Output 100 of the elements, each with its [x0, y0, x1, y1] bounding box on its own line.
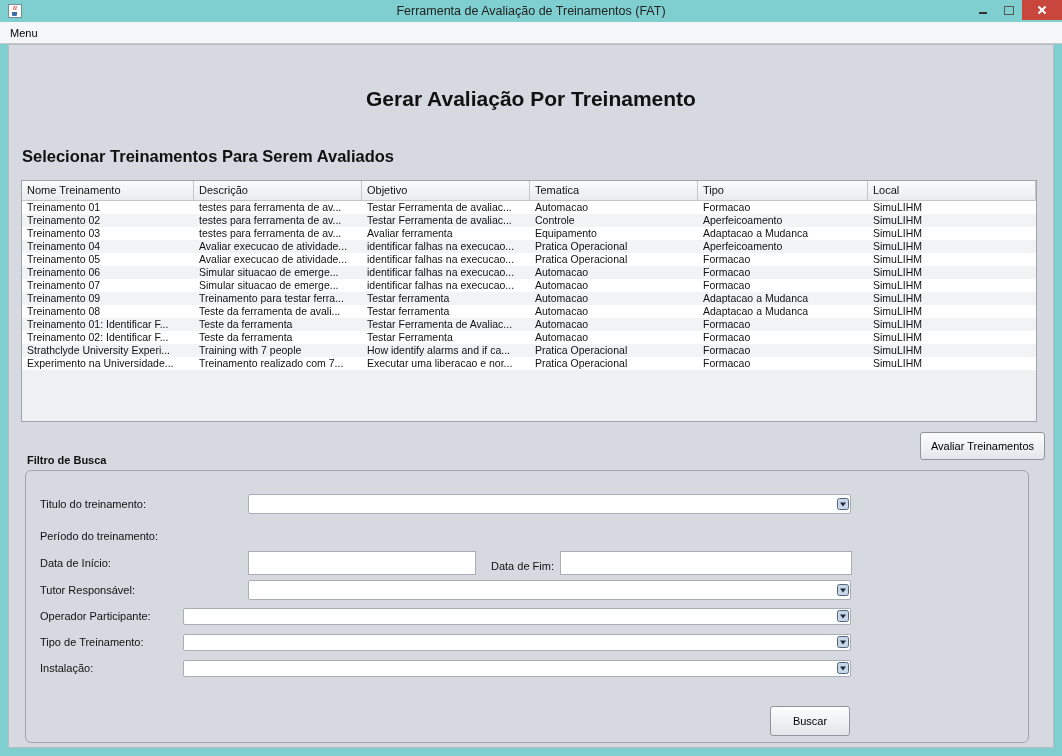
section-title: Selecionar Treinamentos Para Serem Avaliados [22, 147, 396, 166]
end-date-field[interactable] [559, 551, 852, 575]
table-cell-text: Simular situacao de emerge... [198, 279, 340, 292]
table-cell-text: Simular situacao de emerge... [198, 266, 340, 279]
table-cell-text: How identify alarms and if ca... [366, 344, 511, 357]
table-cell-text: Formacao [702, 331, 752, 344]
table-cell-text: Treinamento 04 [26, 240, 102, 253]
field-label: Data de Fim: [491, 560, 554, 572]
table-cell-text: SimuLIHM [872, 201, 923, 214]
table-cell-text: Automacao [534, 279, 590, 292]
table-cell-text: Formacao [702, 357, 752, 370]
table-cell-text: Avaliar ferramenta [366, 227, 454, 240]
table-cell-text: Testar ferramenta [366, 292, 451, 305]
table-cell-text: Pratica Operacional [534, 344, 629, 357]
table-cell-text: Testar Ferramenta [366, 331, 454, 344]
table-cell-text: Treinamento para testar ferra... [198, 292, 345, 305]
table-cell-text: SimuLIHM [872, 266, 923, 279]
table-cell-text: Automacao [534, 266, 590, 279]
table-cell-text: Formacao [702, 266, 752, 279]
evaluate-button[interactable]: Avaliar Treinamentos [919, 432, 1045, 460]
table-cell-text: Adaptacao a Mudanca [702, 305, 810, 318]
table-cell-text: SimuLIHM [872, 357, 923, 370]
field-label: Tutor Responsável: [40, 584, 136, 596]
table-cell-text: Formacao [702, 279, 752, 292]
table-cell-text: Controle [534, 214, 576, 227]
table-cell-text: Formacao [702, 318, 752, 331]
table-cell-text: SimuLIHM [872, 318, 923, 331]
window-title: Ferramenta de Avaliação de Treinamentos (FAT) [396, 4, 666, 18]
field-label: Instalação: [40, 662, 95, 674]
table-cell-text: Teste da ferramenta [198, 331, 294, 344]
table-cell-text: Treinamento 01: Identificar F... [26, 318, 170, 331]
table-cell-text: Pratica Operacional [534, 357, 629, 370]
table-cell-text: Training with 7 people [198, 344, 303, 357]
start-date-field[interactable] [248, 551, 476, 575]
table-cell-text: SimuLIHM [872, 331, 923, 344]
table-cell-text: identificar falhas na execucao... [366, 279, 516, 292]
table-cell-text: SimuLIHM [872, 292, 923, 305]
dropdown-field[interactable] [183, 633, 851, 651]
section-label: Período do treinamento: [40, 530, 159, 542]
table-cell-text: Teste da ferramenta [198, 318, 294, 331]
menu-item[interactable]: Menu [8, 24, 40, 41]
table-cell-text: Avaliar execucao de atividade... [198, 253, 349, 266]
table-cell-text: Avaliar execucao de atividade... [198, 240, 349, 253]
table-cell-text: Automacao [534, 201, 590, 214]
table-cell-text: identificar falhas na execucao... [366, 253, 516, 266]
table-cell-text: SimuLIHM [872, 227, 923, 240]
table-cell-text: Pratica Operacional [534, 240, 629, 253]
table-cell-text: Aperfeicoamento [702, 214, 784, 227]
dropdown-field[interactable] [183, 659, 851, 677]
search-button[interactable]: Buscar [770, 706, 850, 736]
table-cell-text: Automacao [534, 292, 590, 305]
table-cell-text: Executar uma liberacao e nor... [366, 357, 514, 370]
table-cell-text: SimuLIHM [872, 279, 923, 292]
table-cell-text: SimuLIHM [872, 214, 923, 227]
table-cell-text: identificar falhas na execucao... [366, 266, 516, 279]
table-cell-text: SimuLIHM [872, 305, 923, 318]
table-cell-text: Formacao [702, 344, 752, 357]
table-cell-text: Treinamento 03 [26, 227, 102, 240]
table-cell-text: Treinamento 07 [26, 279, 102, 292]
table-cell-text: Equipamento [534, 227, 598, 240]
table-cell-text: Treinamento 02: Identificar F... [26, 331, 170, 344]
field-label: Tipo de Treinamento: [40, 636, 145, 648]
table-cell-text: Adaptacao a Mudanca [702, 227, 810, 240]
table-cell-text: Pratica Operacional [534, 253, 629, 266]
table-cell-text: SimuLIHM [872, 240, 923, 253]
close-button[interactable] [1022, 0, 1062, 20]
field-label: Data de Início: [40, 557, 112, 569]
table-cell-text: Testar ferramenta [366, 305, 451, 318]
table-cell-text: Testar Ferramenta de Avaliac... [366, 318, 514, 331]
field-label: Titulo do treinamento: [40, 498, 147, 510]
table-cell-text: Treinamento 05 [26, 253, 102, 266]
table-cell-text: Treinamento 02 [26, 214, 102, 227]
table-cell-text: Treinamento 06 [26, 266, 102, 279]
dropdown-field[interactable] [248, 580, 851, 600]
table-cell-text: Automacao [534, 331, 590, 344]
table-cell-text: SimuLIHM [872, 344, 923, 357]
table-cell-text: testes para ferramenta de av... [198, 201, 343, 214]
table-cell-text: Automacao [534, 305, 590, 318]
page-title: Gerar Avaliação Por Treinamento [365, 87, 697, 111]
table-cell-text: testes para ferramenta de av... [198, 214, 343, 227]
group-title: Filtro de Busca [27, 454, 107, 466]
table-cell-text: SimuLIHM [872, 253, 923, 266]
table-cell-text: Formacao [702, 201, 752, 214]
table-cell-text: Automacao [534, 318, 590, 331]
table-cell-text: Testar Ferramenta de avaliac... [366, 214, 513, 227]
dropdown-field[interactable] [248, 494, 851, 514]
table-cell-text: Experimento na Universidade... [26, 357, 175, 370]
table-cell-text: Treinamento 09 [26, 292, 102, 305]
field-label: Operador Participante: [40, 610, 152, 622]
table-cell-text: Strathclyde University Experi... [26, 344, 171, 357]
table-cell-text: Teste da ferramenta de avali... [198, 305, 342, 318]
dropdown-field[interactable] [183, 607, 851, 625]
app-icon[interactable] [8, 4, 22, 18]
table-cell-text: Testar Ferramenta de avaliac... [366, 201, 513, 214]
table-cell-text: Treinamento 01 [26, 201, 102, 214]
table-cell-text: identificar falhas na execucao... [366, 240, 516, 253]
table-cell-text: Adaptacao a Mudanca [702, 292, 810, 305]
table-cell-text: testes para ferramenta de av... [198, 227, 343, 240]
table-cell-text: Aperfeicoamento [702, 240, 784, 253]
table-cell-text: Treinamento realizado com 7... [198, 357, 345, 370]
